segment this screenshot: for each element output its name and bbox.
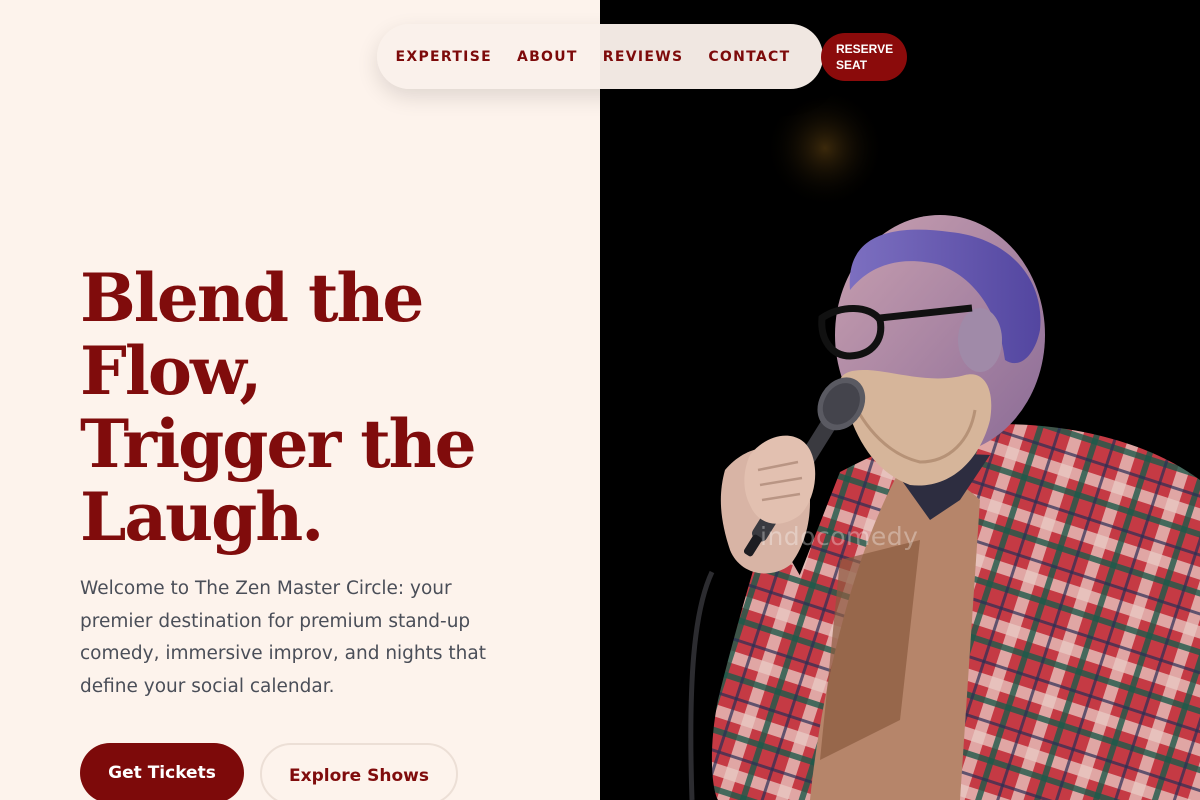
hero-headline: Blend the Flow, Trigger the Laugh. [80, 262, 560, 554]
nav-link-reviews[interactable]: REVIEWS [603, 49, 684, 65]
hero-photo-panel [600, 0, 1200, 800]
reserve-seat-button[interactable]: RESERVE SEAT [821, 33, 907, 81]
nav-link-about[interactable]: ABOUT [517, 49, 578, 65]
get-tickets-button[interactable]: Get Tickets [80, 743, 244, 800]
comedian-photo [600, 0, 1200, 800]
reserve-seat-label-line1: RESERVE [836, 42, 894, 56]
nav-link-expertise[interactable]: EXPERTISE [396, 49, 492, 65]
headline-line-3: Trigger the [80, 405, 477, 483]
reserve-seat-label-line2: SEAT [836, 58, 868, 72]
headline-line-2: Flow, [80, 332, 262, 410]
headline-line-4: Laugh. [80, 478, 324, 556]
hero-intro-text: Welcome to The Zen Master Circle: your p… [80, 578, 486, 698]
main-navigation: EXPERTISE ABOUT REVIEWS CONTACT [377, 24, 823, 89]
nav-link-contact[interactable]: CONTACT [708, 49, 790, 65]
photo-watermark: indocomedy [760, 522, 919, 551]
headline-line-1: Blend the [80, 259, 424, 337]
explore-shows-button[interactable]: Explore Shows [260, 743, 458, 800]
